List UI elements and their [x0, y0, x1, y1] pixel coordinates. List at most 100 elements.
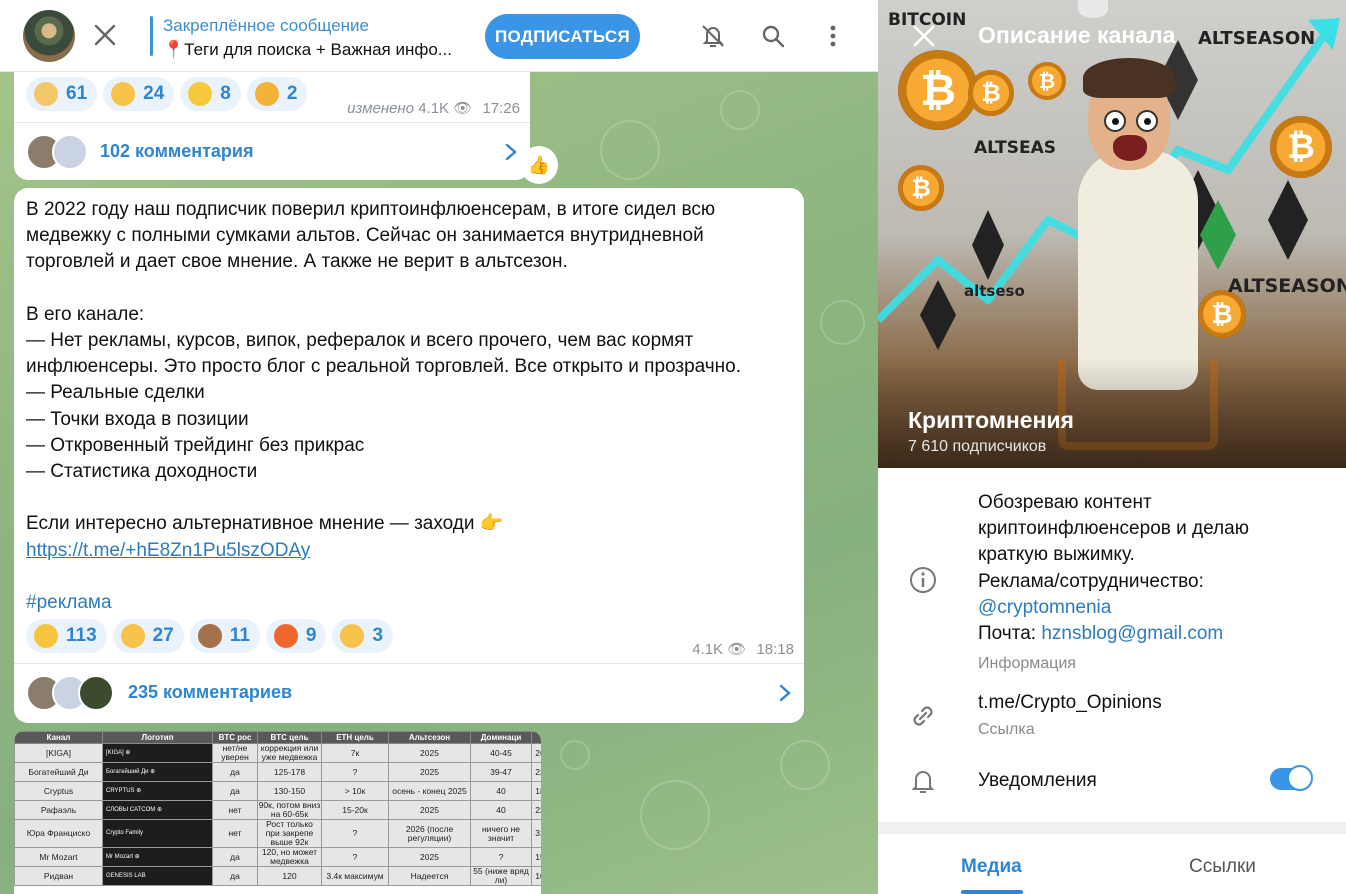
table-cell: нет [212, 819, 258, 848]
reaction-count: 27 [152, 625, 174, 646]
channel-link[interactable]: t.me/Crypto_Opinions [978, 692, 1162, 714]
quick-reaction-button[interactable]: 👍 [520, 146, 558, 184]
comments-count[interactable]: 235 комментариев [128, 682, 292, 703]
table-cell: Crypto Family [102, 819, 213, 848]
table-cell: Ридван [14, 866, 103, 886]
table-cell: > 10к [321, 781, 389, 801]
table-cell: 31.03.2025 [531, 819, 541, 848]
info-icon [910, 567, 936, 593]
hashtag-link[interactable]: #реклама [26, 592, 112, 613]
text-line: инфлюенсеры. Это просто блог с реальной … [26, 356, 742, 378]
table-cell: ничего не значит [470, 819, 532, 848]
bell-icon [911, 771, 935, 793]
table-header-row: Канал Логотип BTC рос BTC цель ETH цель Альтс… [14, 731, 541, 744]
bell-muted-icon[interactable] [699, 22, 727, 50]
eye-icon: 👁 [453, 100, 473, 117]
reaction-clap[interactable]: 3 [332, 619, 394, 653]
person-art [1083, 58, 1175, 98]
subscribe-button[interactable]: ПОДПИСАТЬСЯ [485, 14, 640, 59]
reaction-clown[interactable]: 61 [26, 77, 98, 111]
invite-link[interactable]: https://t.me/+hE8Zn1Pu5lszODAy [26, 540, 310, 561]
reaction-count: 2 [286, 83, 298, 104]
pinned-title[interactable]: Закреплённое сообщение [163, 16, 369, 36]
table-cell: Cryptus [14, 781, 103, 801]
description-line: криптоинфлюенсеров и делаю [978, 518, 1249, 540]
table-cell: да [212, 847, 258, 867]
close-panel-icon[interactable] [911, 23, 937, 49]
table-image-preview[interactable]: Канал Логотип BTC рос BTC цель ETH цель Альтс… [14, 731, 541, 894]
edited-label: изменено [347, 100, 415, 117]
table-header-cell: Логотип [102, 731, 213, 744]
message-bubble: В 2022 году наш подписчик поверил крипто… [14, 188, 804, 723]
doodle-decoration [600, 120, 660, 180]
email-link[interactable]: hznsblog@gmail.com [1041, 623, 1223, 644]
active-tab-indicator [961, 890, 1023, 894]
link-row[interactable]: t.me/Crypto_Opinions Ссылка [878, 688, 1346, 752]
reactions-row: 61 24 8 2 [26, 77, 313, 111]
art-text: ALTSEAS [974, 138, 1057, 158]
table-cell: 22.01.2025 [531, 762, 541, 782]
tab-media[interactable]: Медиа [961, 856, 1022, 878]
link-icon [913, 706, 933, 726]
reaction-fire[interactable]: 9 [265, 619, 327, 653]
channel-cover-image: ₿ ₿ ₿ ₿ ₿ ₿ BITCOIN ALTSEASON ALTSEAS AL… [878, 0, 1346, 468]
pinned-text[interactable]: 📍Теги для поиска + Важная инфо... [163, 40, 452, 60]
message-meta: изменено 4.1K 👁 17:26 [347, 99, 520, 117]
message-time: 18:18 [756, 641, 794, 658]
reaction-thumbs-up[interactable]: 27 [112, 619, 184, 653]
close-icon[interactable] [92, 22, 118, 48]
chevron-right-icon[interactable] [778, 684, 792, 702]
lamp-art [1078, 0, 1108, 18]
doodle-decoration [720, 90, 760, 130]
channel-name: Криптомнения [908, 407, 1074, 433]
doodle-decoration [780, 740, 830, 790]
search-icon[interactable] [759, 22, 787, 50]
contact-handle-link[interactable]: @cryptomnenia [978, 597, 1111, 618]
subscriber-count: 7 610 подписчиков [908, 438, 1047, 455]
table-cell: нет/не уверен [212, 743, 258, 763]
chevron-right-icon[interactable] [504, 143, 518, 161]
reaction-count: 61 [66, 83, 88, 104]
table-row: Рафаэль СЛОВЫ CATCOM ⊕ нет 90к, потом вниз … [14, 800, 541, 820]
chat-header: Закреплённое сообщение 📍Теги для поиска … [0, 0, 878, 72]
reaction-rofl[interactable]: 113 [26, 619, 107, 653]
reactions-row: 113 27 11 9 3 [26, 619, 399, 653]
reaction-count: 3 [372, 625, 384, 646]
table-cell: 2025 [388, 800, 471, 820]
table-cell: 90к, потом вниз на 60-65к [257, 800, 322, 820]
reaction-grin[interactable]: 8 [180, 77, 241, 111]
table-cell: Mr Mozart ⊕ [102, 847, 213, 867]
comments-count[interactable]: 102 комментария [100, 141, 253, 162]
table-cell: [KIGA] ⊕ [102, 743, 213, 763]
art-text: altseso [964, 282, 1025, 300]
comments-link[interactable]: 235 комментариев [14, 663, 804, 721]
clown-emoji-icon [34, 82, 58, 106]
table-cell: Богатейший Ди ⊕ [102, 762, 213, 782]
table-cell: нет [212, 800, 258, 820]
table-body: [KIGA] [KIGA] ⊕ нет/не уверен коррекция или… [14, 743, 541, 886]
reaction-monkey[interactable]: 11 [189, 619, 260, 653]
table-cell: 15.01.2025 [531, 847, 541, 867]
avatar [52, 133, 88, 170]
table-cell: 40 [470, 781, 532, 801]
table-cell: 10.01.2025 [531, 866, 541, 886]
tab-links[interactable]: Ссылки [1189, 856, 1256, 878]
table-cell: да [212, 762, 258, 782]
channel-avatar[interactable] [23, 10, 75, 62]
table-cell: Юра Франциско [14, 819, 103, 848]
commenter-avatars [26, 133, 88, 170]
doodle-decoration [640, 780, 710, 850]
more-vertical-icon[interactable] [819, 22, 847, 50]
table-cell: 120 [257, 866, 322, 886]
table-cell: 3.4к максимум [321, 866, 389, 886]
text-line: торговлей и дает свое мнение. А также не… [26, 251, 568, 273]
table-cell: ? [470, 847, 532, 867]
reaction-handshake[interactable]: 2 [246, 77, 308, 111]
comments-link[interactable]: 102 комментария [14, 122, 530, 180]
table-cell: 26.02.2025 [531, 743, 541, 763]
table-row: Ридван GENESIS LAB да 120 3.4к максимум Надее… [14, 866, 541, 886]
table-cell: GENESIS LAB [102, 866, 213, 886]
reaction-thumbs-up[interactable]: 24 [103, 77, 175, 111]
notifications-toggle[interactable] [1270, 765, 1313, 791]
table-cell: 22.01.2025 [531, 800, 541, 820]
